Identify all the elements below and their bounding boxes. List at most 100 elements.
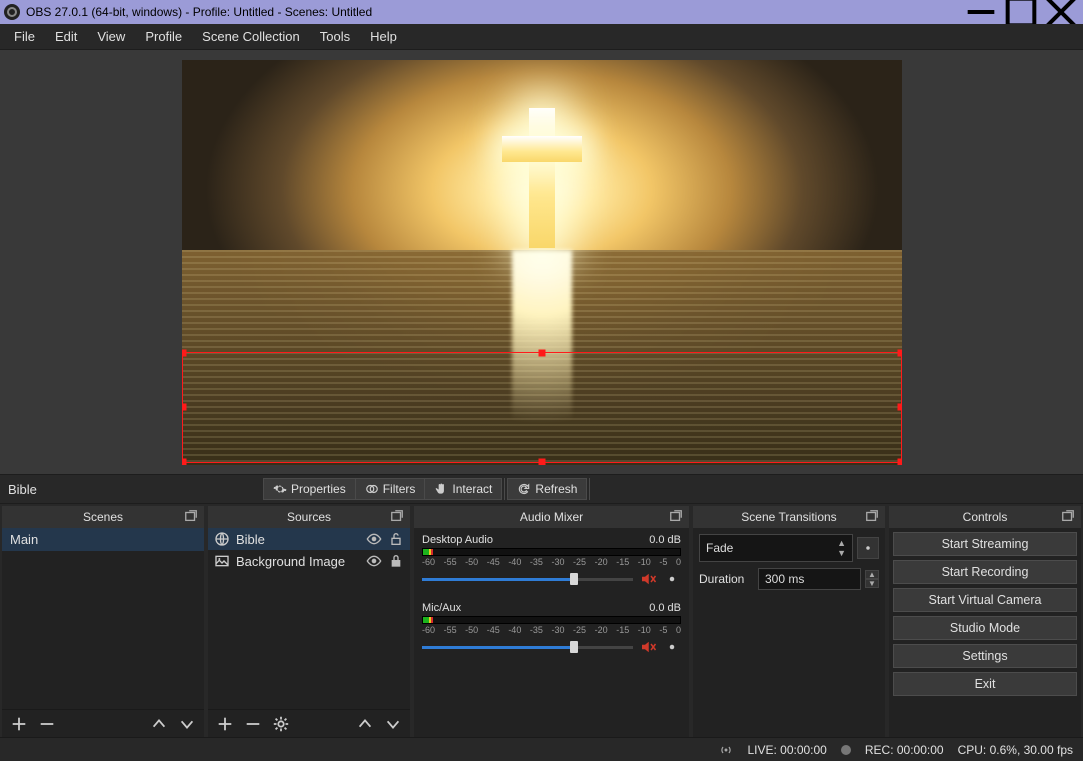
image-icon	[214, 553, 230, 569]
channel-level: 0.0 dB	[649, 602, 681, 614]
add-scene-button[interactable]	[10, 715, 28, 733]
duration-label: Duration	[699, 572, 754, 586]
refresh-icon	[517, 482, 531, 496]
add-source-button[interactable]	[216, 715, 234, 733]
menu-bar: File Edit View Profile Scene Collection …	[0, 24, 1083, 50]
settings-button[interactable]: Settings	[893, 644, 1077, 668]
meter-ticks: -60-55-50-45-40-35-30-25-20-15-10-50	[422, 557, 681, 567]
visibility-toggle[interactable]	[366, 531, 382, 547]
mute-button[interactable]	[639, 570, 657, 588]
mixer-channel: Desktop Audio 0.0 dB -60-55-50-45-40-35-…	[422, 534, 681, 588]
status-bar: LIVE: 00:00:00 REC: 00:00:00 CPU: 0.6%, …	[0, 737, 1083, 761]
transitions-panel: Scene Transitions Fade ▲▼ Duration 300 m…	[693, 506, 885, 737]
source-item[interactable]: Background Image	[208, 550, 410, 572]
volume-slider[interactable]	[422, 644, 633, 650]
popout-icon[interactable]	[184, 509, 200, 525]
filters-button[interactable]: Filters	[356, 478, 426, 500]
maximize-button[interactable]	[1001, 0, 1041, 24]
popout-icon[interactable]	[669, 509, 685, 525]
menu-edit[interactable]: Edit	[45, 27, 87, 46]
source-context-bar: Bible Properties Filters Interact Refres…	[0, 474, 1083, 504]
interact-button[interactable]: Interact	[425, 478, 502, 500]
controls-panel: Controls Start Streaming Start Recording…	[889, 506, 1081, 737]
menu-profile[interactable]: Profile	[135, 27, 192, 46]
transition-settings-button[interactable]	[857, 537, 879, 559]
window-titlebar: OBS 27.0.1 (64-bit, windows) - Profile: …	[0, 0, 1083, 24]
scenes-toolbar	[2, 709, 204, 737]
move-scene-down-button[interactable]	[178, 715, 196, 733]
close-button[interactable]	[1041, 0, 1081, 24]
sources-panel: Sources Bible Background Image	[208, 506, 410, 737]
meter-ticks: -60-55-50-45-40-35-30-25-20-15-10-50	[422, 625, 681, 635]
transitions-header: Scene Transitions	[693, 506, 885, 528]
popout-icon[interactable]	[865, 509, 881, 525]
source-properties-button[interactable]	[272, 715, 290, 733]
channel-settings-button[interactable]	[663, 570, 681, 588]
scenes-list: Main	[2, 528, 204, 709]
venn-icon	[365, 482, 379, 496]
scene-item[interactable]: Main	[2, 528, 204, 551]
controls-header: Controls	[889, 506, 1081, 528]
mixer-channel: Mic/Aux 0.0 dB -60-55-50-45-40-35-30-25-…	[422, 602, 681, 656]
start-virtual-camera-button[interactable]: Start Virtual Camera	[893, 588, 1077, 612]
move-source-up-button[interactable]	[356, 715, 374, 733]
move-scene-up-button[interactable]	[150, 715, 168, 733]
selection-box[interactable]	[182, 352, 902, 463]
scenes-header: Scenes	[2, 506, 204, 528]
source-item[interactable]: Bible	[208, 528, 410, 550]
preview-area	[0, 50, 1083, 474]
move-source-down-button[interactable]	[384, 715, 402, 733]
sources-list: Bible Background Image	[208, 528, 410, 709]
mixer-body: Desktop Audio 0.0 dB -60-55-50-45-40-35-…	[414, 528, 689, 737]
preview-canvas[interactable]	[182, 60, 902, 465]
selected-source-name: Bible	[8, 482, 203, 497]
remove-source-button[interactable]	[244, 715, 262, 733]
popout-icon[interactable]	[390, 509, 406, 525]
visibility-toggle[interactable]	[366, 553, 382, 569]
start-recording-button[interactable]: Start Recording	[893, 560, 1077, 584]
refresh-button[interactable]: Refresh	[507, 478, 587, 500]
studio-mode-button[interactable]: Studio Mode	[893, 616, 1077, 640]
cpu-status: CPU: 0.6%, 30.00 fps	[958, 743, 1073, 757]
lock-toggle[interactable]	[388, 553, 404, 569]
globe-icon	[214, 531, 230, 547]
lock-toggle[interactable]	[388, 531, 404, 547]
start-streaming-button[interactable]: Start Streaming	[893, 532, 1077, 556]
controls-body: Start Streaming Start Recording Start Vi…	[889, 528, 1081, 737]
live-status: LIVE: 00:00:00	[747, 743, 826, 757]
duration-stepper[interactable]: ▲▼	[865, 570, 879, 588]
source-label: Bible	[236, 532, 360, 547]
audio-mixer-panel: Audio Mixer Desktop Audio 0.0 dB -60-55-…	[414, 506, 689, 737]
record-indicator-icon	[841, 745, 851, 755]
window-title: OBS 27.0.1 (64-bit, windows) - Profile: …	[26, 5, 961, 19]
hand-icon	[434, 482, 448, 496]
broadcast-icon	[719, 743, 733, 757]
duration-input[interactable]: 300 ms	[758, 568, 861, 590]
dock-panels: Scenes Main Sources Bible	[0, 504, 1083, 737]
exit-button[interactable]: Exit	[893, 672, 1077, 696]
properties-button[interactable]: Properties	[263, 478, 356, 500]
rec-status: REC: 00:00:00	[865, 743, 944, 757]
volume-slider[interactable]	[422, 576, 633, 582]
gear-icon	[273, 482, 287, 496]
minimize-button[interactable]	[961, 0, 1001, 24]
channel-settings-button[interactable]	[663, 638, 681, 656]
remove-scene-button[interactable]	[38, 715, 56, 733]
mute-button[interactable]	[639, 638, 657, 656]
vu-meter	[422, 548, 681, 556]
scenes-panel: Scenes Main	[2, 506, 204, 737]
menu-view[interactable]: View	[87, 27, 135, 46]
menu-file[interactable]: File	[4, 27, 45, 46]
transition-select[interactable]: Fade ▲▼	[699, 534, 853, 562]
transitions-body: Fade ▲▼ Duration 300 ms ▲▼	[693, 528, 885, 737]
menu-scene-collection[interactable]: Scene Collection	[192, 27, 310, 46]
menu-help[interactable]: Help	[360, 27, 407, 46]
channel-level: 0.0 dB	[649, 534, 681, 546]
channel-name: Mic/Aux	[422, 602, 461, 614]
channel-name: Desktop Audio	[422, 534, 493, 546]
menu-tools[interactable]: Tools	[310, 27, 360, 46]
cross-glow-graphic	[502, 108, 582, 248]
obs-logo-icon	[4, 4, 20, 20]
popout-icon[interactable]	[1061, 509, 1077, 525]
vu-meter	[422, 616, 681, 624]
